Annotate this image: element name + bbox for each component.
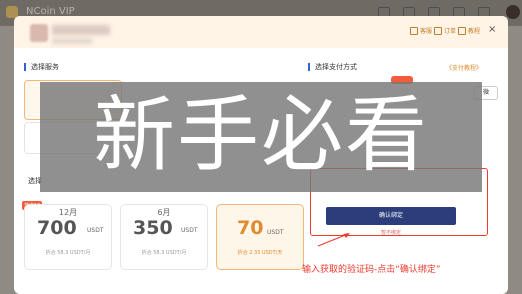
support-link[interactable]: 客服 [410,26,432,35]
user-avatar[interactable] [506,5,520,19]
close-icon[interactable]: × [488,24,496,35]
plan-monthly-rate: 折合 58.3 USDT/月 [141,250,187,256]
plan-price: 700 [37,217,77,239]
annotation-arrow [317,233,350,247]
banner-title: 新手必看 [92,88,429,183]
plan-unit: USDT [267,229,284,236]
plan-unit: USDT [87,227,104,234]
orders-link-label: 订单 [444,28,457,35]
blurred-username [52,25,110,35]
plan-monthly-rate: 折合 58.3 USDT/月 [45,250,91,256]
plan-card-12m[interactable]: 12月 700 USDT 折合 58.3 USDT/月 [24,204,112,270]
orders-link[interactable]: 订单 [434,26,456,35]
avatar [30,24,48,42]
plan-price: 350 [133,217,173,239]
service-section-title: 选择服务 [24,63,59,71]
plan-card-6m[interactable]: 6月 350 USDT 折合 58.3 USDT/月 [120,204,208,270]
plan-daily-rate: 折合 2.33 USDT/天 [237,250,283,256]
payment-tutorial-link[interactable]: 《支付教程》 [446,63,482,72]
plan-card-selected[interactable]: 70 USDT 折合 2.33 USDT/天 [216,204,304,270]
modal-header: 客服 订单 教程 × [14,16,508,48]
tutorial-header-link-label: 教程 [468,28,481,35]
annotation-hint: 输入获取的验证码-点击“确认绑定” [302,265,441,275]
support-link-label: 客服 [420,28,433,35]
confirm-bind-button[interactable]: 确认绑定 [326,207,456,225]
book-icon [458,26,466,35]
plan-price: 70 [237,217,264,239]
headset-icon [410,26,418,35]
tutorial-header-link[interactable]: 教程 [458,26,480,35]
beginner-guide-banner: 新手必看 [40,82,482,192]
payment-section-title: 选择支付方式 [308,63,357,71]
order-icon [434,26,442,35]
plan-unit: USDT [181,227,198,234]
blurred-user-info [52,38,92,44]
